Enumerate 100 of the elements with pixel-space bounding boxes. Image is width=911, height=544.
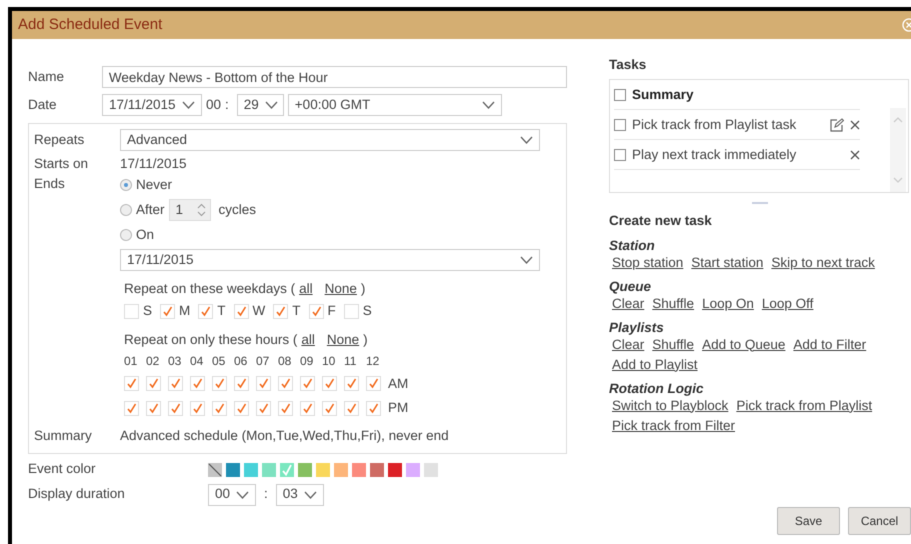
task-label: Pick track from Playlist task: [632, 116, 798, 134]
chevron-icon: [236, 490, 250, 498]
action-button[interactable]: Cancel: [848, 507, 911, 535]
all-link[interactable]: all: [299, 279, 313, 300]
color-swatch[interactable]: [298, 462, 312, 476]
section-label: Repeat on only these hours (: [124, 330, 298, 349]
section-label: Repeat on these weekdays (: [124, 280, 296, 298]
chevron-icon: [182, 101, 195, 109]
weekday-label: T: [217, 302, 226, 320]
task-link[interactable]: Loop On: [702, 294, 754, 314]
hour-label: 08: [278, 352, 292, 370]
task-link[interactable]: Add to Filter: [793, 334, 866, 354]
hour-label: 02: [146, 352, 160, 370]
spinner-arrows-icon[interactable]: [196, 203, 206, 217]
hour-label: 06: [234, 352, 248, 370]
task-link[interactable]: Stop station: [612, 252, 684, 272]
chevron-icon: [304, 490, 317, 498]
task-link[interactable]: Clear: [612, 334, 644, 354]
color-swatch[interactable]: [244, 462, 258, 476]
field-label: Repeats: [34, 130, 86, 149]
cycles-label: cycles: [218, 200, 256, 219]
task-link[interactable]: Loop Off: [762, 294, 814, 314]
hour-label: 05: [212, 352, 226, 370]
hour-label: 03: [168, 352, 182, 370]
group-title: Playlists: [609, 320, 665, 334]
hour-value: 00: [206, 96, 222, 114]
radio-label: Never: [136, 176, 172, 194]
no-color-swatch[interactable]: [208, 462, 222, 476]
color-swatch[interactable]: [370, 462, 384, 476]
time-separator: :: [264, 485, 268, 504]
column-header: Summary: [632, 86, 694, 104]
task-label: Play next track immediately: [632, 146, 798, 164]
scrollbar[interactable]: [890, 108, 906, 192]
radio-button[interactable]: [120, 179, 132, 191]
field-label: Name: [28, 68, 66, 86]
delete-icon[interactable]: [850, 150, 860, 160]
checkbox[interactable]: [614, 118, 626, 131]
window-title: Add Scheduled Event: [18, 14, 162, 35]
weekday-label: F: [328, 302, 336, 320]
weekday-label: M: [179, 302, 190, 320]
section-title: Tasks: [609, 56, 648, 74]
color-swatch[interactable]: [262, 462, 276, 476]
delete-icon[interactable]: [850, 120, 860, 130]
task-link[interactable]: Add to Queue: [702, 334, 786, 354]
color-swatch[interactable]: [388, 462, 402, 476]
chevron-icon: [482, 101, 495, 109]
all-link[interactable]: all: [301, 330, 315, 350]
paren-label: ): [360, 280, 366, 298]
minute-select[interactable]: 29: [236, 94, 284, 116]
edit-icon[interactable]: [830, 118, 844, 132]
color-swatch[interactable]: [316, 462, 330, 476]
chevron-icon: [520, 136, 533, 144]
start-date: 17/11/2015: [120, 154, 187, 173]
field-label: Ends: [34, 175, 66, 193]
radio-label: On: [136, 226, 154, 244]
color-swatch[interactable]: [424, 462, 438, 476]
hour-label: 04: [190, 352, 204, 370]
end-date-select[interactable]: 17/11/2015: [120, 249, 540, 271]
task-link[interactable]: Clear: [612, 294, 644, 314]
resize-handle[interactable]: [752, 202, 768, 204]
hour-label: 12: [366, 352, 380, 370]
summary-text: Advanced schedule (Mon,Tue,Wed,Thu,Fri), never end: [120, 427, 449, 446]
radio-button[interactable]: [120, 204, 132, 216]
chevron-icon: [264, 101, 278, 109]
checkbox[interactable]: [614, 148, 626, 161]
task-link[interactable]: Shuffle: [652, 334, 694, 354]
radio-button[interactable]: [120, 229, 132, 241]
checkbox[interactable]: [614, 88, 626, 101]
repeats-select[interactable]: Advanced: [120, 129, 540, 151]
task-link[interactable]: Pick track from Filter: [612, 416, 736, 436]
section-title: Create new task: [609, 212, 713, 230]
period-label: AM: [388, 374, 410, 393]
name-field[interactable]: Weekday News - Bottom of the Hour: [102, 66, 567, 88]
field-label: Starts on: [34, 154, 90, 173]
none-link[interactable]: None: [324, 279, 357, 300]
chevron-icon: [520, 256, 533, 264]
none-link[interactable]: None: [326, 330, 360, 350]
task-link[interactable]: Shuffle: [652, 294, 694, 314]
date-select[interactable]: 17/11/2015: [102, 94, 202, 116]
hour-label: 01: [124, 352, 138, 370]
color-swatch[interactable]: [334, 462, 348, 476]
color-swatch[interactable]: [352, 462, 366, 476]
field-label: Event color: [28, 460, 97, 478]
group-title: Queue: [609, 278, 652, 294]
task-link[interactable]: Switch to Playblock: [612, 396, 728, 416]
minutes-select[interactable]: 03: [276, 484, 324, 506]
color-swatch[interactable]: [280, 462, 294, 476]
hour-label: 07: [256, 352, 270, 370]
color-swatch[interactable]: [226, 462, 240, 476]
task-link[interactable]: Start station: [691, 252, 764, 272]
task-link[interactable]: Add to Playlist: [612, 354, 698, 374]
task-link[interactable]: Pick track from Playlist: [736, 396, 872, 416]
color-swatch[interactable]: [406, 462, 420, 476]
action-button[interactable]: Save: [777, 507, 840, 535]
timezone-select[interactable]: +00:00 GMT: [288, 94, 502, 116]
cycles-spinner[interactable]: 1: [168, 199, 211, 221]
field-label: Summary: [34, 427, 93, 446]
weekday-label: W: [252, 302, 266, 320]
task-link[interactable]: Skip to next track: [771, 252, 875, 272]
hours-select[interactable]: 00: [208, 484, 256, 506]
